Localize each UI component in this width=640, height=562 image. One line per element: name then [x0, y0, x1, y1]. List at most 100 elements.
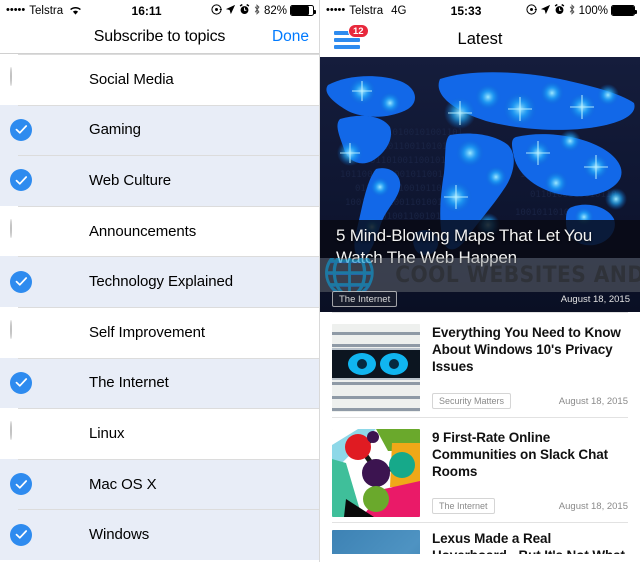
article-title: Lexus Made a Real Hoverboard - But It's … — [432, 531, 625, 554]
location-arrow-icon — [225, 4, 236, 18]
article-meta: The Internet August 18, 2015 — [432, 498, 628, 522]
topic-row-social-media[interactable]: Social Media — [0, 54, 319, 105]
article-list-item[interactable]: Lexus Made a Real Hoverboard - But It's … — [320, 522, 640, 554]
checkbox-unchecked-icon[interactable] — [10, 421, 32, 444]
row-divider — [18, 357, 319, 359]
left-nav-bar: Subscribe to topics Done — [0, 21, 319, 53]
article-list-item[interactable]: Everything You Need to Know About Window… — [320, 312, 640, 417]
status-bar-left: ••••• Telstra 16:11 82% — [0, 0, 319, 21]
carrier-label: Telstra — [349, 4, 384, 17]
featured-article-meta: The Internet August 18, 2015 — [320, 288, 640, 310]
topic-row-self-improvement[interactable]: Self Improvement — [0, 306, 319, 358]
checkbox-checked-icon[interactable] — [10, 523, 32, 546]
hamburger-bar — [334, 45, 360, 49]
wifi-icon — [69, 5, 82, 16]
topic-label: Linux — [89, 424, 125, 442]
dual-phone-screenshot: ••••• Telstra 16:11 82% Subscribe to top… — [0, 0, 640, 562]
left-phone-panel: ••••• Telstra 16:11 82% Subscribe to top… — [0, 0, 320, 562]
bluetooth-icon — [568, 3, 576, 18]
battery-icon — [290, 5, 316, 16]
topic-label: Technology Explained — [89, 273, 233, 291]
battery-icon — [611, 5, 637, 16]
battery-percent-label: 100% — [578, 4, 608, 17]
status-bar-right: ••••• Telstra 4G 15:33 100% — [320, 0, 640, 21]
watermark-text: COOL WEBSITES AND APP — [395, 262, 640, 288]
checkbox-checked-icon[interactable] — [10, 473, 32, 496]
topic-row-gaming[interactable]: Gaming — [0, 104, 319, 156]
checkbox-checked-icon[interactable] — [10, 169, 32, 192]
page-title: Latest — [457, 29, 503, 48]
topic-label: Web Culture — [89, 171, 171, 189]
right-nav-bar: 12 Latest — [320, 21, 640, 57]
status-bar-left-group: ••••• Telstra — [6, 5, 82, 17]
slack-logo-thumbnail — [332, 429, 420, 517]
row-divider — [18, 155, 319, 157]
watermark-band: 🌐 COOL WEBSITES AND APP — [320, 258, 640, 292]
done-button[interactable]: Done — [272, 28, 309, 46]
hamburger-menu-icon[interactable]: 12 — [334, 24, 369, 50]
location-arrow-icon — [540, 4, 551, 18]
carrier-label: Telstra — [29, 4, 64, 17]
row-divider — [18, 205, 319, 207]
signal-dots-icon: ••••• — [6, 4, 26, 16]
globe-watermark-icon: 🌐 — [322, 258, 377, 292]
window-blinds-eyes-thumbnail — [332, 324, 420, 412]
topic-row-windows[interactable]: Windows — [0, 509, 319, 560]
topic-row-technology-explained[interactable]: Technology Explained — [0, 256, 319, 307]
status-bar-left-group: ••••• Telstra 4G — [326, 5, 406, 17]
right-phone-panel: ••••• Telstra 4G 15:33 100% 12 Latest 01… — [320, 0, 640, 562]
row-divider — [18, 256, 319, 258]
row-divider — [18, 408, 319, 410]
network-type-label: 4G — [391, 4, 407, 17]
checkbox-unchecked-icon[interactable] — [10, 67, 32, 90]
publish-date: August 18, 2015 — [558, 500, 628, 512]
checkbox-checked-icon[interactable] — [10, 270, 32, 293]
topic-row-mac-os-x[interactable]: Mac OS X — [0, 458, 319, 510]
article-list: Everything You Need to Know About Window… — [320, 312, 640, 554]
signal-dots-icon: ••••• — [326, 4, 346, 16]
category-tag[interactable]: Security Matters — [432, 393, 512, 409]
article-body: Everything You Need to Know About Window… — [420, 324, 628, 417]
article-title: 9 First-Rate Online Communities on Slack… — [432, 430, 609, 480]
topic-label: Mac OS X — [89, 475, 157, 493]
notification-badge: 12 — [348, 24, 369, 38]
checkbox-unchecked-icon[interactable] — [10, 219, 32, 242]
topic-label: The Internet — [89, 374, 169, 392]
topic-row-the-internet[interactable]: The Internet — [0, 357, 319, 409]
checkbox-unchecked-icon[interactable] — [10, 320, 32, 343]
battery-percent-label: 82% — [263, 4, 287, 17]
row-divider — [18, 306, 319, 308]
topic-row-announcements[interactable]: Announcements — [0, 205, 319, 257]
hamburger-bar — [334, 38, 360, 42]
topic-label: Social Media — [89, 70, 174, 88]
topic-label: Windows — [89, 526, 150, 544]
row-divider — [18, 458, 319, 460]
category-tag[interactable]: The Internet — [432, 498, 495, 514]
topic-row-linux[interactable]: Linux — [0, 408, 319, 459]
topic-label: Self Improvement — [89, 323, 205, 341]
publish-date: August 18, 2015 — [560, 293, 630, 305]
featured-article-card[interactable]: 0100110100101001101 11010010110011010100… — [320, 57, 640, 312]
checkbox-checked-icon[interactable] — [10, 118, 32, 141]
rotation-lock-icon — [525, 3, 537, 18]
alarm-clock-icon — [239, 3, 250, 18]
topic-row-web-culture[interactable]: Web Culture — [0, 155, 319, 206]
article-body: Lexus Made a Real Hoverboard - But It's … — [420, 530, 628, 554]
article-list-item[interactable]: 9 First-Rate Online Communities on Slack… — [320, 417, 640, 522]
article-body: 9 First-Rate Online Communities on Slack… — [420, 429, 628, 522]
blue-sky-thumbnail — [332, 530, 420, 554]
checkbox-checked-icon[interactable] — [10, 371, 32, 394]
topic-label: Gaming — [89, 121, 141, 139]
page-title: Subscribe to topics — [93, 28, 226, 45]
row-divider — [18, 54, 319, 55]
status-bar-time: 15:33 — [450, 3, 482, 18]
rotation-lock-icon — [211, 3, 222, 18]
alarm-clock-icon — [554, 3, 565, 18]
row-divider — [18, 509, 319, 511]
publish-date: August 18, 2015 — [558, 395, 628, 407]
article-title: Everything You Need to Know About Window… — [432, 325, 621, 375]
category-tag[interactable]: The Internet — [332, 291, 398, 307]
bluetooth-icon — [253, 3, 261, 18]
article-meta: Security Matters August 18, 2015 — [432, 393, 628, 417]
status-bar-right-group: 82% — [211, 3, 316, 18]
